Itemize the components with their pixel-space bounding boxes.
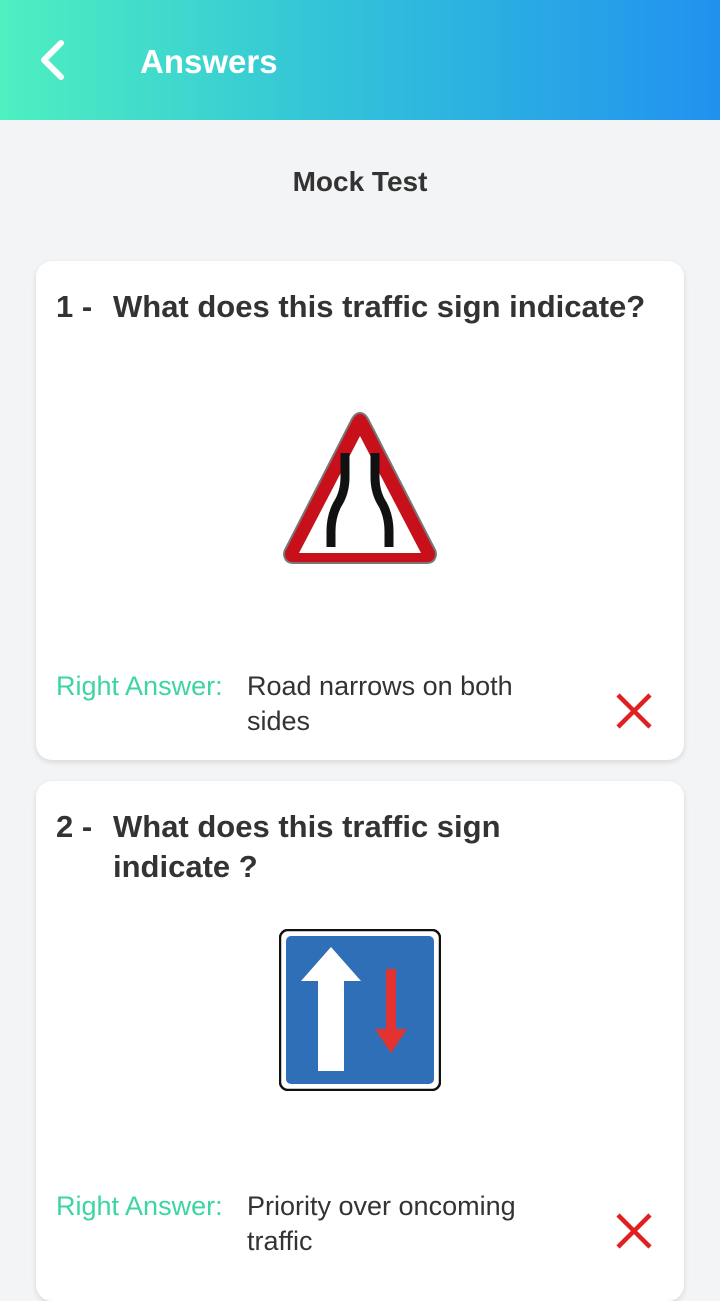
question-text: What does this traffic sign indicate? — [113, 289, 646, 324]
right-answer-label: Right Answer: — [56, 671, 223, 701]
priority-oncoming-traffic-sign-icon — [279, 929, 441, 1091]
right-answer-text: Road narrows on both sides — [247, 671, 513, 736]
test-title: Mock Test — [292, 166, 428, 197]
chevron-left-icon — [41, 40, 64, 80]
question-card: 1 - What does this traffic sign indicate… — [36, 261, 684, 760]
page-title: Answers — [140, 43, 278, 80]
question-text: What does this traffic sign indicate ? — [113, 809, 501, 884]
question-card: 2 - What does this traffic sign indicate… — [36, 781, 684, 1301]
question-number: 1 - — [56, 289, 93, 324]
back-button[interactable] — [28, 34, 76, 86]
question-number: 2 - — [56, 809, 93, 844]
right-answer-text: Priority over oncoming traffic — [247, 1191, 516, 1256]
road-narrows-sign-icon — [283, 411, 437, 564]
app-header: Answers — [0, 0, 720, 120]
wrong-x-icon — [616, 693, 652, 729]
wrong-x-icon — [616, 1213, 652, 1249]
right-answer-label: Right Answer: — [56, 1191, 223, 1221]
